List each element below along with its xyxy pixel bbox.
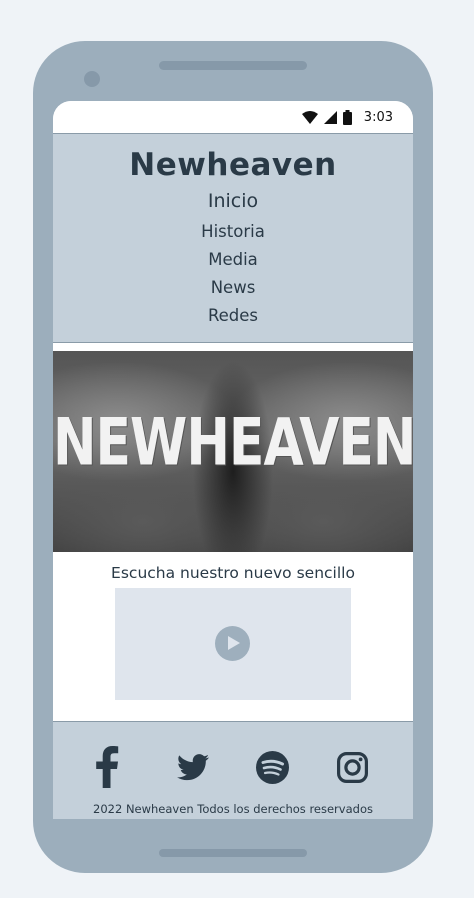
single-heading: Escucha nuestro nuevo sencillo <box>111 564 355 582</box>
social-links <box>53 722 413 794</box>
band-logo: NEWHEAVEN <box>53 405 413 481</box>
twitter-icon[interactable] <box>177 754 209 781</box>
site-header: Newheaven Inicio Historia Media News Red… <box>53 133 413 343</box>
status-bar: 3:03 <box>53 101 413 133</box>
site-footer: 2022 Newheaven Todos los derechos reserv… <box>53 721 413 819</box>
status-time: 3:03 <box>363 109 393 125</box>
instagram-icon[interactable] <box>337 752 368 783</box>
phone-frame: 3:03 Newheaven Inicio Historia Media New… <box>33 41 433 873</box>
main-nav: Inicio Historia Media News Redes <box>53 184 413 330</box>
new-single-section: Escucha nuestro nuevo sencillo <box>53 552 413 700</box>
nav-item-media[interactable]: Media <box>53 246 413 274</box>
battery-icon <box>342 109 352 125</box>
site-title[interactable]: Newheaven <box>53 146 413 184</box>
bottom-grille <box>159 849 307 857</box>
spotify-icon[interactable] <box>256 751 289 784</box>
nav-item-redes[interactable]: Redes <box>53 302 413 330</box>
nav-item-historia[interactable]: Historia <box>53 218 413 246</box>
nav-item-inicio[interactable]: Inicio <box>53 184 413 218</box>
play-icon[interactable] <box>215 626 250 661</box>
copyright-text: 2022 Newheaven Todos los derechos reserv… <box>93 802 373 816</box>
band-banner-image: NEWHEAVEN <box>53 351 413 552</box>
signal-icon <box>323 110 337 124</box>
nav-item-news[interactable]: News <box>53 274 413 302</box>
phone-screen: 3:03 Newheaven Inicio Historia Media New… <box>53 101 413 819</box>
video-player[interactable] <box>115 588 351 700</box>
wifi-icon <box>301 110 318 124</box>
speaker-grille <box>159 61 307 70</box>
facebook-icon[interactable] <box>95 746 119 788</box>
front-camera <box>84 71 100 87</box>
